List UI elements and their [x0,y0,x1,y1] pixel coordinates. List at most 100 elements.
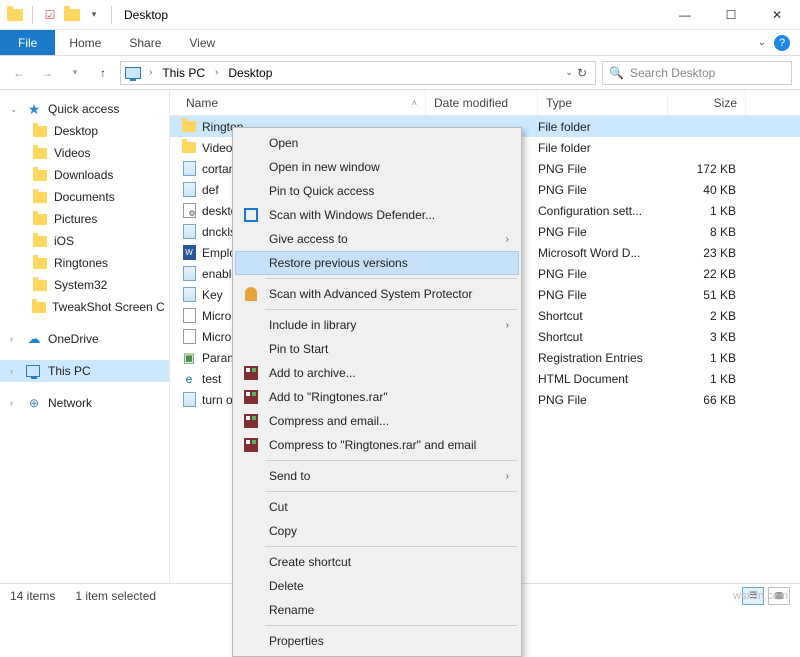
sidebar-thispc[interactable]: ›This PC [0,360,169,382]
file-type: PNG File [538,183,668,197]
file-name: dnckls [202,225,236,239]
archive-icon [244,366,258,380]
sidebar-item-ringtones[interactable]: Ringtones [0,252,169,274]
status-selected-count: 1 item selected [75,589,156,603]
ctx-add-rar[interactable]: Add to "Ringtones.rar" [235,385,519,409]
file-type: PNG File [538,225,668,239]
ctx-restore-versions[interactable]: Restore previous versions [235,251,519,275]
expand-ribbon-icon[interactable]: ⌄ [758,37,766,48]
tab-share[interactable]: Share [115,30,175,55]
file-type: File folder [538,141,668,155]
sidebar-item-tweakshot[interactable]: TweakShot Screen C [0,296,169,318]
sidebar-item-ios[interactable]: iOS [0,230,169,252]
file-size: 2 KB [668,309,746,323]
ctx-open-new-window[interactable]: Open in new window [235,155,519,179]
file-type: HTML Document [538,372,668,386]
ctx-properties[interactable]: Properties [235,629,519,653]
sidebar-item-downloads[interactable]: Downloads [0,164,169,186]
ctx-cut[interactable]: Cut [235,495,519,519]
tab-view[interactable]: View [175,30,229,55]
file-type: File folder [538,120,668,134]
chevron-down-icon[interactable]: ▾ [85,6,103,24]
sidebar-item-desktop[interactable]: Desktop [0,120,169,142]
sidebar-onedrive[interactable]: ›☁OneDrive [0,328,169,350]
ctx-rename[interactable]: Rename [235,598,519,622]
ctx-send-to[interactable]: Send to› [235,464,519,488]
context-menu: Open Open in new window Pin to Quick acc… [232,127,522,657]
window-controls: — ☐ ✕ [662,0,800,30]
file-type: PNG File [538,393,668,407]
back-button[interactable]: ← [8,62,30,84]
folder-icon [33,148,47,159]
ctx-scan-asp[interactable]: Scan with Advanced System Protector [235,282,519,306]
archive-icon [244,438,258,452]
ribbon-tabs: File Home Share View ⌄ ? [0,30,800,56]
sidebar-quick-access[interactable]: ⌄★Quick access [0,98,169,120]
close-button[interactable]: ✕ [754,0,800,30]
image-icon [183,392,196,407]
quick-access-toolbar: ☑ ▾ Desktop [0,6,174,24]
file-name: Key [202,288,223,302]
archive-icon [244,414,258,428]
sidebar-item-documents[interactable]: Documents [0,186,169,208]
ctx-delete[interactable]: Delete [235,574,519,598]
chevron-right-icon: › [506,320,509,331]
defender-icon [244,208,258,222]
navigation-pane: ⌄★Quick access Desktop Videos Downloads … [0,90,170,583]
file-size: 22 KB [668,267,746,281]
new-folder-icon[interactable] [63,6,81,24]
search-icon: 🔍 [609,66,624,80]
search-input[interactable]: 🔍 Search Desktop [602,61,792,85]
checkbox-icon[interactable]: ☑ [41,6,59,24]
file-type: Shortcut [538,330,668,344]
file-type: Registration Entries [538,351,668,365]
maximize-button[interactable]: ☐ [708,0,754,30]
tab-home[interactable]: Home [55,30,115,55]
ctx-open[interactable]: Open [235,131,519,155]
ctx-include-library[interactable]: Include in library› [235,313,519,337]
star-icon: ★ [26,101,42,117]
file-name: def [202,183,219,197]
image-icon [183,161,196,176]
crumb-thispc[interactable]: This PC [158,64,209,82]
ctx-pin-quick-access[interactable]: Pin to Quick access [235,179,519,203]
sidebar-item-system32[interactable]: System32 [0,274,169,296]
column-size[interactable]: Size [668,90,746,115]
crumb-desktop[interactable]: Desktop [224,64,276,82]
ctx-copy[interactable]: Copy [235,519,519,543]
column-type[interactable]: Type [538,90,668,115]
ctx-add-archive[interactable]: Add to archive... [235,361,519,385]
shortcut-icon [183,329,196,344]
help-icon[interactable]: ? [774,35,790,51]
column-date[interactable]: Date modified [426,90,538,115]
refresh-button[interactable]: ⌄ ↻ [565,66,591,80]
ctx-compress-rar-email[interactable]: Compress to "Ringtones.rar" and email [235,433,519,457]
file-size: 1 KB [668,372,746,386]
file-size: 172 KB [668,162,746,176]
recent-dropdown-icon[interactable]: ▾ [64,62,86,84]
file-type: PNG File [538,267,668,281]
ctx-compress-email[interactable]: Compress and email... [235,409,519,433]
ctx-create-shortcut[interactable]: Create shortcut [235,550,519,574]
folder-icon [33,170,47,181]
folder-icon [33,214,47,225]
forward-button[interactable]: → [36,62,58,84]
title-bar: ☑ ▾ Desktop — ☐ ✕ [0,0,800,30]
file-size: 1 KB [668,351,746,365]
column-name[interactable]: Name˄ [178,90,426,115]
sidebar-item-videos[interactable]: Videos [0,142,169,164]
ctx-pin-start[interactable]: Pin to Start [235,337,519,361]
file-size: 23 KB [668,246,746,260]
minimize-button[interactable]: — [662,0,708,30]
sidebar-item-pictures[interactable]: Pictures [0,208,169,230]
image-icon [183,266,196,281]
sidebar-network[interactable]: ›⊕Network [0,392,169,414]
status-item-count: 14 items [10,589,55,603]
shield-icon [245,287,257,301]
ctx-scan-defender[interactable]: Scan with Windows Defender... [235,203,519,227]
tab-file[interactable]: File [0,30,55,55]
breadcrumb[interactable]: › This PC › Desktop ⌄ ↻ [120,61,596,85]
ctx-give-access[interactable]: Give access to› [235,227,519,251]
image-icon [183,182,196,197]
up-button[interactable]: ↑ [92,62,114,84]
